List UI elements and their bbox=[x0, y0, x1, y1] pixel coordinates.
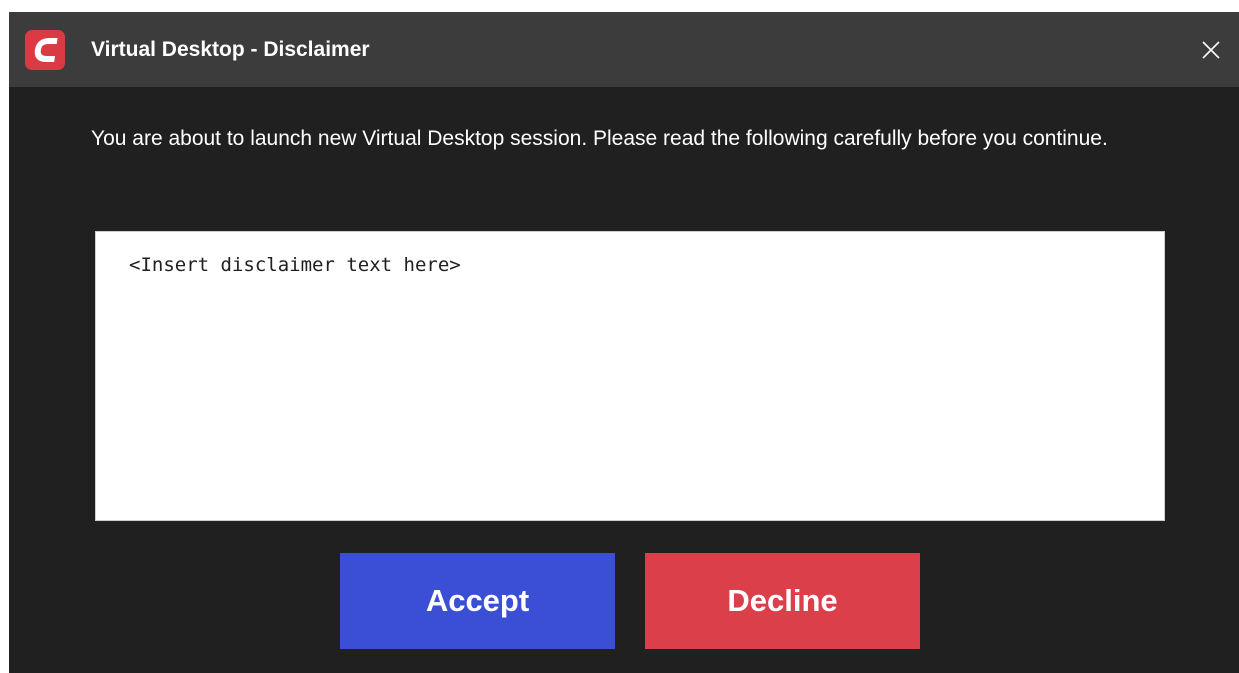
comodo-c-logo-icon bbox=[34, 38, 58, 62]
close-button[interactable] bbox=[1183, 12, 1239, 87]
disclaimer-text: <Insert disclaimer text here> bbox=[129, 254, 461, 276]
accept-button[interactable]: Accept bbox=[340, 553, 615, 649]
title-bar: Virtual Desktop - Disclaimer bbox=[9, 12, 1239, 87]
close-icon[interactable] bbox=[1201, 40, 1221, 60]
disclaimer-text-area[interactable]: <Insert disclaimer text here> bbox=[95, 231, 1165, 521]
app-logo-icon bbox=[25, 30, 65, 70]
window-title: Virtual Desktop - Disclaimer bbox=[91, 38, 370, 61]
intro-text: You are about to launch new Virtual Desk… bbox=[91, 127, 1108, 150]
disclaimer-dialog: Virtual Desktop - Disclaimer You are abo… bbox=[9, 12, 1239, 673]
decline-button[interactable]: Decline bbox=[645, 553, 920, 649]
